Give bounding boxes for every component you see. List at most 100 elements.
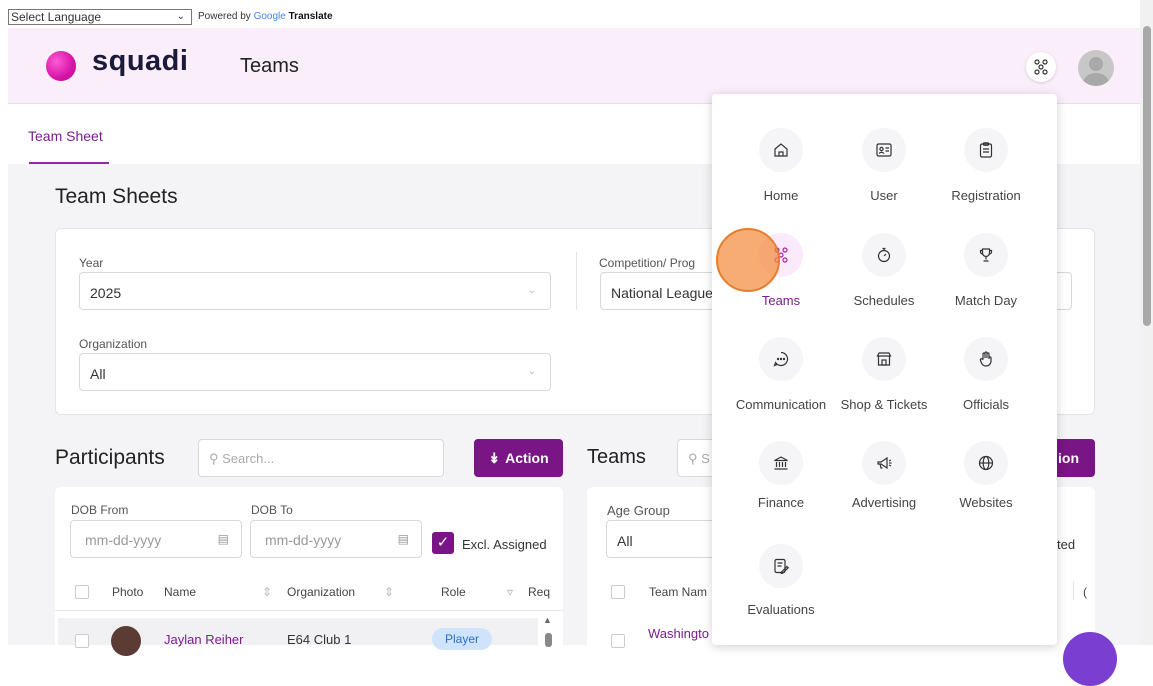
dob-to-input[interactable]: mm-dd-yyyy ▤ <box>250 520 422 558</box>
search-icon: ⚲ <box>209 451 219 466</box>
menu-label-user: User <box>870 188 898 203</box>
age-group-value: All <box>617 533 633 549</box>
menu-item-officials[interactable]: Officials <box>931 337 1041 412</box>
language-select-value: Select Language <box>11 10 102 24</box>
squadi-logo-icon[interactable] <box>46 51 76 81</box>
trophy-icon <box>964 233 1008 277</box>
column-role[interactable]: Role <box>441 585 466 599</box>
clipboard-icon <box>964 128 1008 172</box>
tab-team-sheet[interactable]: Team Sheet <box>28 128 103 144</box>
year-label: Year <box>79 256 104 270</box>
filter-icon[interactable]: ▿ <box>507 585 513 599</box>
chat-fab-button[interactable] <box>1063 632 1117 686</box>
bank-icon <box>759 441 803 485</box>
menu-label-evaluations: Evaluations <box>747 602 815 617</box>
powered-by-google[interactable]: Powered by Google Translate <box>198 11 333 22</box>
hand-icon <box>964 337 1008 381</box>
column-team-name[interactable]: Team Nam <box>649 585 707 599</box>
menu-label-teams: Teams <box>761 293 801 308</box>
menu-item-registration[interactable]: Registration <box>931 128 1041 203</box>
participants-action-button[interactable]: ↡ Action <box>474 439 563 477</box>
notes-icon <box>759 544 803 588</box>
chat-icon <box>759 337 803 381</box>
column-photo: Photo <box>112 585 144 599</box>
home-icon <box>759 128 803 172</box>
google-logo-text: Google <box>253 11 286 22</box>
organization-label: Organization <box>79 337 148 351</box>
menu-label-websites: Websites <box>959 495 1013 510</box>
menu-item-shop-tickets[interactable]: Shop & Tickets <box>829 337 939 412</box>
menu-label-shop-tickets: Shop & Tickets <box>840 397 928 412</box>
menu-label-officials: Officials <box>963 397 1009 412</box>
menu-label-schedules: Schedules <box>853 293 915 308</box>
brand-name[interactable]: squadi <box>92 45 188 78</box>
menu-item-evaluations[interactable]: Evaluations <box>726 544 836 617</box>
menu-item-user[interactable]: User <box>829 128 939 203</box>
excl-assigned-label: Excl. Assigned <box>462 537 547 552</box>
stopwatch-icon <box>862 233 906 277</box>
click-indicator <box>716 228 780 292</box>
player-photo <box>111 626 141 656</box>
menu-item-websites[interactable]: Websites <box>931 441 1041 510</box>
menu-label-registration: Registration <box>951 188 1021 203</box>
teams-title: Teams <box>587 446 646 468</box>
menu-item-advertising[interactable]: Advertising <box>829 441 939 510</box>
dob-from-input[interactable]: mm-dd-yyyy ▤ <box>70 520 242 558</box>
menu-label-advertising: Advertising <box>851 495 917 510</box>
sort-icon[interactable]: ⇕ <box>262 585 272 599</box>
chevron-down-icon: ⌄ <box>527 285 536 296</box>
teams-row-checkbox[interactable] <box>611 634 625 648</box>
menu-item-finance[interactable]: Finance <box>726 441 836 510</box>
column-organization[interactable]: Organization <box>287 585 355 599</box>
teams-select-all-checkbox[interactable] <box>611 585 625 599</box>
shop-icon <box>862 337 906 381</box>
action-label: Action <box>505 450 549 466</box>
role-badge: Player <box>432 628 492 650</box>
year-select[interactable]: 2025 ⌄ <box>79 272 551 310</box>
apps-menu-button[interactable] <box>1026 52 1056 82</box>
menu-item-schedules[interactable]: Schedules <box>829 233 939 308</box>
teams-cluster-icon <box>1034 59 1048 75</box>
dob-from-label: DOB From <box>71 503 129 517</box>
row-checkbox[interactable] <box>75 634 89 648</box>
participants-search-input[interactable]: ⚲ Search... <box>198 439 444 477</box>
app-header: squadi Teams <box>8 28 1140 104</box>
sort-icon[interactable]: ⇕ <box>384 585 394 599</box>
teams-action-label: ion <box>1058 450 1079 466</box>
filter-divider <box>576 252 577 310</box>
scroll-up-icon[interactable]: ▲ <box>543 615 552 625</box>
apps-menu-panel: Home User Registration Teams Schedules M… <box>712 94 1057 645</box>
menu-item-communication[interactable]: Communication <box>726 337 836 412</box>
page-title: Team Sheets <box>55 185 178 208</box>
calendar-icon: ▤ <box>397 532 409 546</box>
excl-assigned-checkbox[interactable]: ✓ <box>432 532 454 554</box>
age-group-label: Age Group <box>607 503 670 518</box>
menu-label-communication: Communication <box>735 397 827 412</box>
chevron-down-icon: ⌄ <box>527 366 536 377</box>
page-scroll-thumb[interactable] <box>1143 26 1151 326</box>
dob-to-label: DOB To <box>251 503 293 517</box>
column-name[interactable]: Name <box>164 585 196 599</box>
dob-from-placeholder: mm-dd-yyyy <box>85 532 162 548</box>
organization-select[interactable]: All ⌄ <box>79 353 551 391</box>
column-req[interactable]: Req <box>528 585 550 599</box>
menu-item-match-day[interactable]: Match Day <box>931 233 1041 308</box>
id-card-icon <box>862 128 906 172</box>
select-all-checkbox[interactable] <box>75 585 89 599</box>
teams-partial-label: ted <box>1057 537 1076 552</box>
globe-icon <box>964 441 1008 485</box>
team-name-link[interactable]: Washingto <box>648 626 709 641</box>
competition-label: Competition/ Prog <box>599 256 696 270</box>
powered-by-text: Powered by <box>198 11 251 22</box>
search-icon: ⚲ <box>688 451 698 466</box>
table-scrollbar[interactable]: ▲ <box>541 615 557 647</box>
search-placeholder: Search... <box>222 451 275 466</box>
checkmark-icon: ✓ <box>436 534 450 551</box>
language-select[interactable]: Select Language ⌄ <box>8 9 192 25</box>
menu-item-home[interactable]: Home <box>726 128 836 203</box>
participants-title: Participants <box>55 446 165 469</box>
page-header-title: Teams <box>240 55 299 77</box>
column-partial: ( <box>1083 585 1087 599</box>
avatar[interactable] <box>1078 50 1114 86</box>
column-divider <box>1073 582 1074 600</box>
